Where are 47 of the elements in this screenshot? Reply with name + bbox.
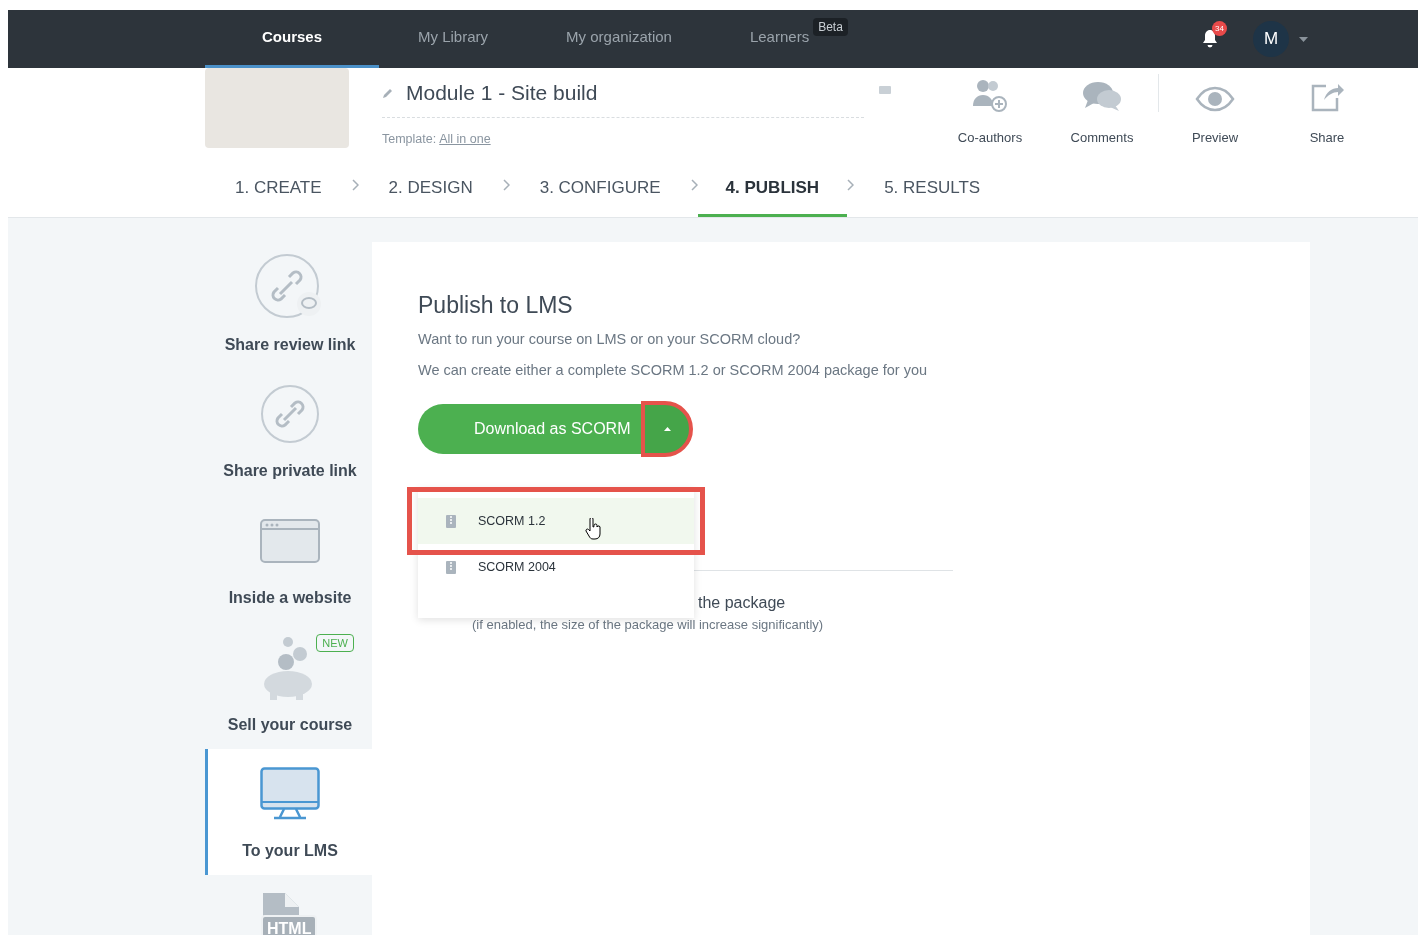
eye-icon xyxy=(1195,86,1235,112)
chevron-right-icon xyxy=(847,179,855,192)
people-add-icon xyxy=(971,78,1009,112)
share-option[interactable]: Share private link xyxy=(205,368,372,496)
option-label: the package xyxy=(697,593,787,613)
share-option[interactable]: Inside a website xyxy=(205,495,372,622)
speech-bubbles-icon xyxy=(1082,80,1122,112)
step-tab[interactable]: 5. RESULTS xyxy=(854,175,1011,217)
caret-up-icon xyxy=(663,427,671,431)
chevron-right-icon xyxy=(502,179,510,192)
template-label: Template: xyxy=(382,131,437,148)
chevron-right-icon xyxy=(690,179,698,192)
beta-badge: Beta xyxy=(813,18,848,36)
preview-action-button[interactable]: Preview xyxy=(1159,68,1271,150)
share-option[interactable]: To your LMS xyxy=(205,748,372,876)
pointer-cursor-icon xyxy=(585,518,603,540)
user-avatar[interactable]: M xyxy=(1253,21,1289,57)
share-option[interactable]: Share review link xyxy=(205,242,372,369)
new-badge: NEW xyxy=(316,633,354,653)
desktop-monitor-icon xyxy=(260,766,320,821)
caret-down-icon[interactable] xyxy=(1299,36,1308,42)
nav-tab[interactable]: My organization xyxy=(527,10,711,68)
step-tab[interactable]: 1. CREATE xyxy=(205,175,352,217)
dropdown-item[interactable]: SCORM 1.2 xyxy=(418,498,694,544)
nav-tab[interactable]: Learners xyxy=(710,10,814,68)
coauthors-action-button[interactable]: Co-authors xyxy=(934,68,1046,150)
step-tab[interactable]: 2. DESIGN xyxy=(358,175,503,217)
step-tab[interactable]: 3. CONFIGURE xyxy=(509,175,691,217)
option-hint: (if enabled, the size of the package will increase significantly) xyxy=(472,616,824,634)
description-text: We can create either a complete SCORM 1.2 or SCORM 2004 package for you xyxy=(418,361,929,381)
chevron-right-icon xyxy=(351,179,359,192)
notification-bell-icon[interactable] xyxy=(1201,29,1219,49)
link-icon xyxy=(260,383,320,444)
comments-action-button[interactable]: Comments xyxy=(1046,68,1158,150)
zip-file-icon xyxy=(446,514,456,528)
browser-window-icon xyxy=(260,518,320,563)
share-option[interactable]: NEW Sell your course xyxy=(205,621,372,749)
description-text: Want to run your course on LMS or on your SCORM cloud? xyxy=(418,329,802,349)
course-title[interactable]: Module 1 - Site build xyxy=(406,76,598,109)
share-action-button[interactable]: Share xyxy=(1271,68,1383,150)
nav-tab[interactable]: My Library xyxy=(379,10,528,68)
dropdown-item[interactable]: SCORM 2004 xyxy=(418,544,694,590)
panel-title: Publish to LMS xyxy=(418,291,574,320)
zip-file-icon xyxy=(446,560,456,574)
pencil-icon[interactable] xyxy=(382,86,394,99)
dropdown-toggle-button[interactable] xyxy=(644,404,690,454)
notification-count-badge: 34 xyxy=(1212,21,1227,36)
